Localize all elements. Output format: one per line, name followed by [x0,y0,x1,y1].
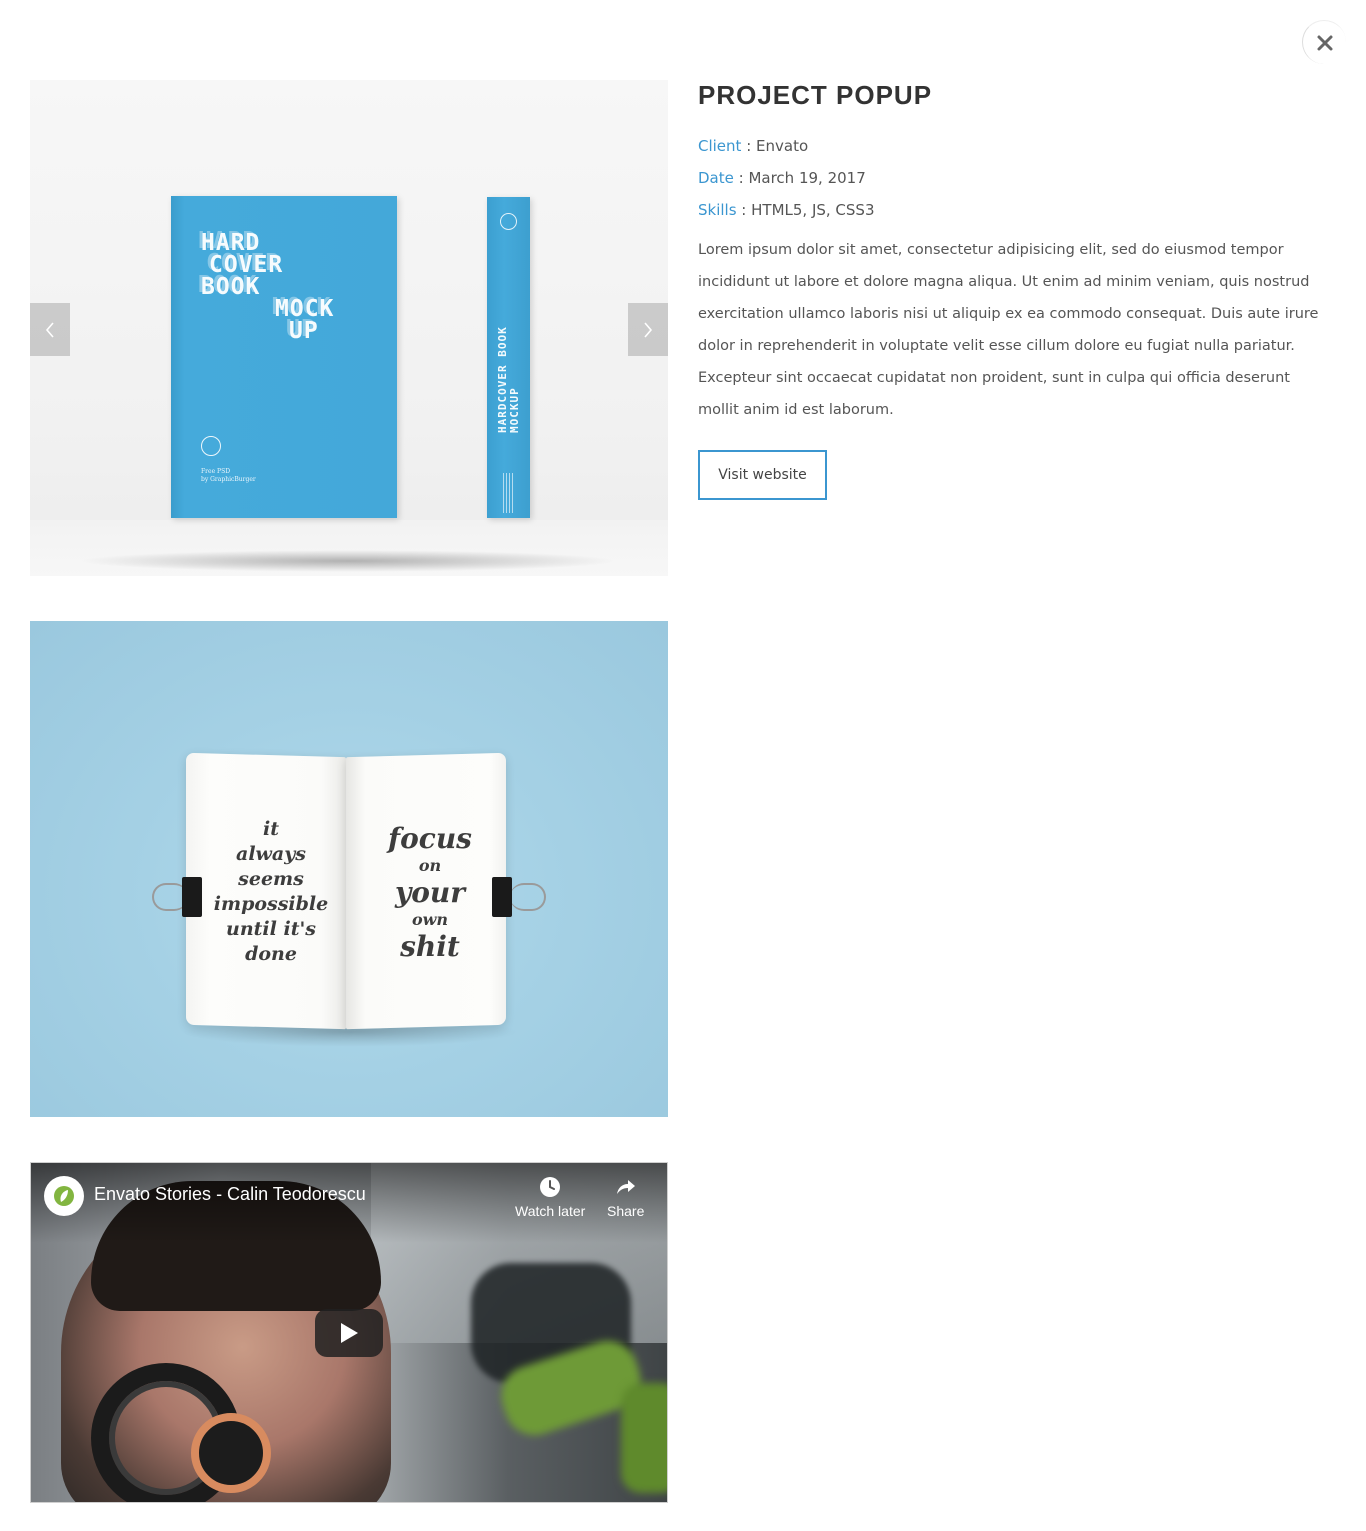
close-icon [1317,35,1332,50]
project-media: HARD COVER BOOK MOCK UP Free PSD by Grap… [30,80,668,1503]
quote-line: own [411,910,449,929]
slider-next-button[interactable] [628,303,668,356]
meta-date: Date : March 19, 2017 [698,162,1328,194]
project-details: PROJECT POPUP Client : Envato Date : Mar… [698,80,1328,500]
client-value: : Envato [741,137,809,155]
skills-value: : HTML5, JS, CSS3 [736,201,875,219]
book-spine: HARDCOVER BOOK MOCKUP [487,197,530,518]
spine-credit [503,473,513,513]
cover-line: HARD [201,230,261,256]
share-label: Share [607,1203,645,1219]
quote-line: until it's [226,918,316,940]
video-title[interactable]: Envato Stories - Calin Teodorescu [94,1184,366,1205]
date-value: : March 19, 2017 [733,169,866,187]
channel-avatar[interactable] [44,1176,84,1216]
skills-label: Skills [698,201,737,219]
close-button[interactable] [1302,20,1346,64]
left-quote: it always seems impossible until it's do… [206,817,336,967]
clock-icon [540,1177,561,1197]
quote-line: your [394,876,466,909]
slider-prev-button[interactable] [30,303,70,356]
book-cover-front: HARD COVER BOOK MOCK UP Free PSD by Grap… [171,196,397,518]
cover-line: COVER [209,252,284,278]
quote-line: focus [388,822,472,855]
binder-clip-wire [510,883,546,911]
video-green-object [621,1383,667,1493]
cover-title: HARD COVER BOOK MOCK UP [201,230,335,344]
right-quote: focus on your own shit [366,822,494,963]
play-button[interactable] [315,1309,383,1357]
cover-line: BOOK [201,274,261,300]
quote-line: done [245,943,297,965]
image-slider[interactable]: HARD COVER BOOK MOCK UP Free PSD by Grap… [30,80,668,576]
cover-badge-icon [201,436,221,456]
quote-line: on [418,856,442,875]
video-embed[interactable]: Envato Stories - Calin Teodorescu Watch … [30,1162,668,1503]
envato-leaf-icon [54,1186,74,1206]
chevron-left-icon [45,321,54,338]
quote-line: impossible [213,893,329,915]
cover-line: UP [289,318,319,344]
quote-line: it [263,818,279,840]
cover-credit: Free PSD by GraphicBurger [201,468,256,484]
cover-line: MOCK [275,296,335,322]
quote-line: shit [400,930,460,963]
play-icon [341,1323,358,1343]
watch-later-button[interactable]: Watch later [515,1175,585,1219]
project-description: Lorem ipsum dolor sit amet, consectetur … [698,242,1319,418]
book-shadow [78,550,618,572]
notebook-image: it always seems impossible until it's do… [30,621,668,1117]
quote-line: seems [238,868,304,890]
client-label: Client [698,137,742,155]
spine-badge-icon [500,213,517,230]
meta-skills: Skills : HTML5, JS, CSS3 [698,194,1328,226]
meta-client: Client : Envato [698,130,1328,162]
share-button[interactable]: Share [607,1175,644,1219]
date-label: Date [698,169,734,187]
quote-line: always [236,843,306,865]
cover-credit-line: Free PSD [201,468,230,475]
project-meta: Client : Envato Date : March 19, 2017 Sk… [698,130,1328,226]
visit-website-button[interactable]: Visit website [698,450,827,500]
binder-clip-right [492,877,512,917]
chevron-right-icon [644,321,653,338]
share-arrow-icon [616,1180,635,1194]
spine-title: HARDCOVER BOOK MOCKUP [496,326,521,433]
project-title: PROJECT POPUP [698,80,933,110]
binder-clip-left [182,877,202,917]
cover-credit-line: by GraphicBurger [201,476,256,483]
watch-later-label: Watch later [515,1203,586,1219]
video-headphone-cup [191,1413,271,1493]
